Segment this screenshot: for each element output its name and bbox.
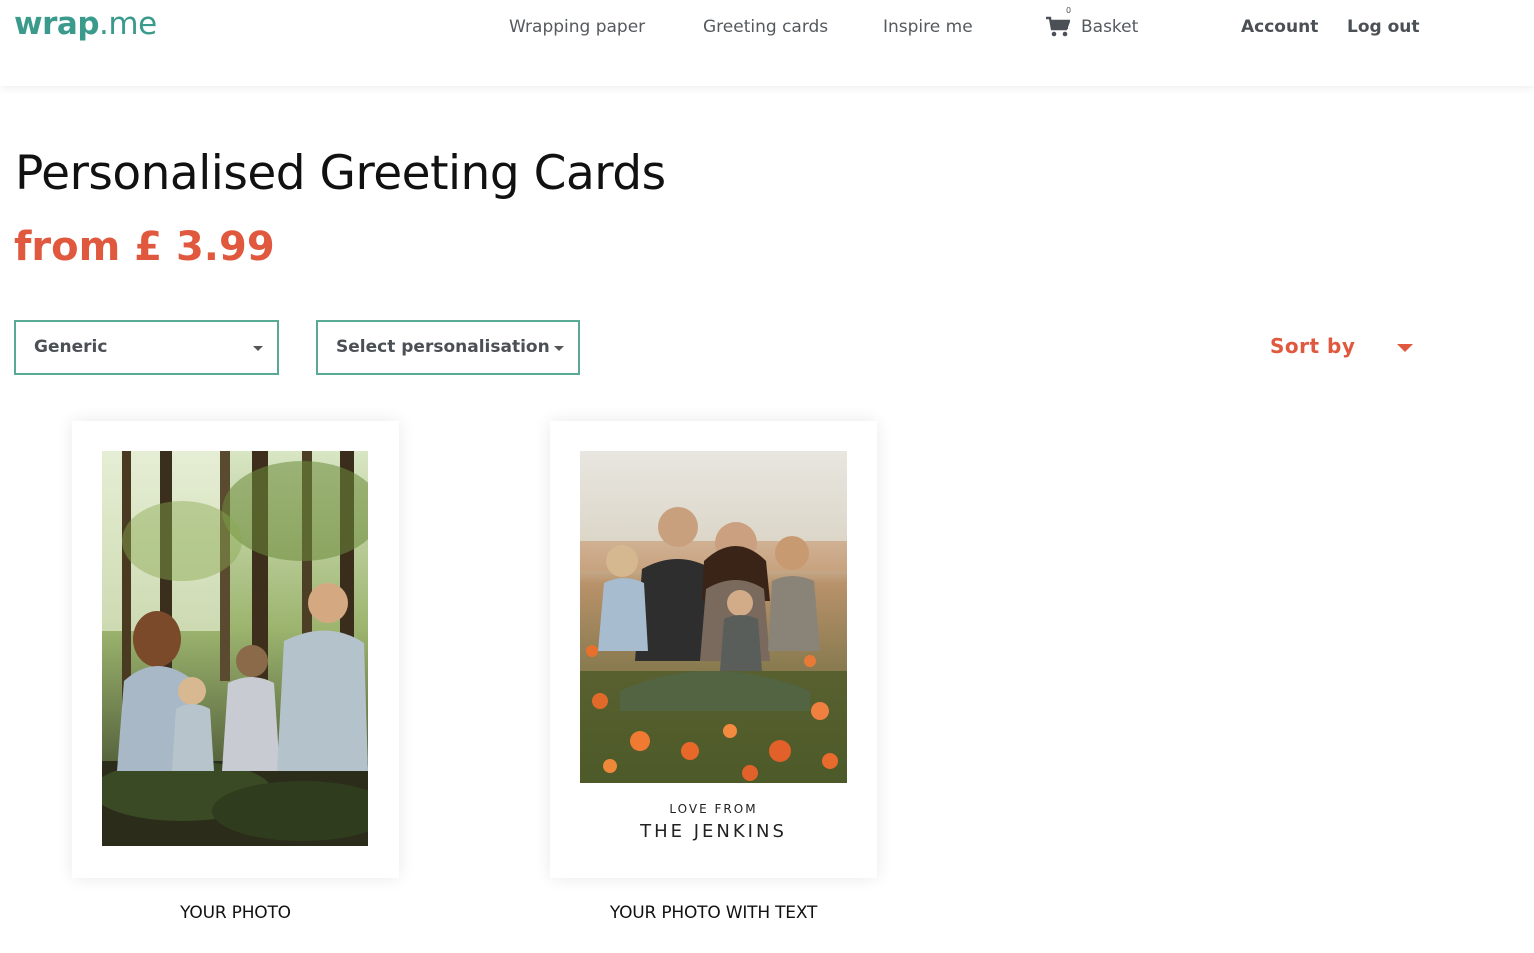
- logo-suffix: .me: [99, 6, 157, 42]
- personalisation-select[interactable]: Select personalisation: [316, 320, 580, 375]
- nav-greeting-cards[interactable]: Greeting cards: [703, 17, 828, 37]
- logo[interactable]: wrap.me: [14, 6, 157, 42]
- product-image-forest-family: [102, 451, 368, 846]
- product-caption-your-photo[interactable]: YOUR PHOTO: [72, 903, 399, 923]
- nav-inspire-me[interactable]: Inspire me: [883, 17, 973, 37]
- logo-main: wrap: [14, 6, 100, 42]
- price-from: from £ 3.99: [14, 224, 275, 270]
- nav-wrapping-paper[interactable]: Wrapping paper: [509, 17, 645, 37]
- category-select-value: Generic: [34, 337, 108, 357]
- nav-logout[interactable]: Log out: [1347, 17, 1420, 37]
- product-image-field-family: [580, 451, 847, 783]
- sort-by-dropdown[interactable]: Sort by: [1270, 334, 1355, 358]
- card-text-love-from: LOVE FROM: [669, 802, 758, 816]
- product-card-your-photo[interactable]: [72, 421, 399, 878]
- nav-account[interactable]: Account: [1241, 17, 1318, 37]
- personalisation-select-value: Select personalisation: [336, 337, 550, 357]
- card-text-name: THE JENKINS: [640, 821, 787, 842]
- page-title: Personalised Greeting Cards: [15, 146, 666, 201]
- basket-label: Basket: [1081, 17, 1139, 37]
- category-select[interactable]: Generic: [14, 320, 279, 375]
- product-card-your-photo-with-text[interactable]: LOVE FROM THE JENKINS: [550, 421, 877, 878]
- chevron-down-icon: [554, 346, 564, 351]
- site-header: wrap.me Wrapping paper Greeting cards In…: [0, 0, 1534, 86]
- cart-icon: [1046, 16, 1070, 37]
- sort-chevron-down-icon[interactable]: [1397, 344, 1413, 352]
- chevron-down-icon: [253, 346, 263, 351]
- basket-count: 0: [1066, 6, 1072, 15]
- product-caption-your-photo-with-text[interactable]: YOUR PHOTO WITH TEXT: [550, 903, 877, 923]
